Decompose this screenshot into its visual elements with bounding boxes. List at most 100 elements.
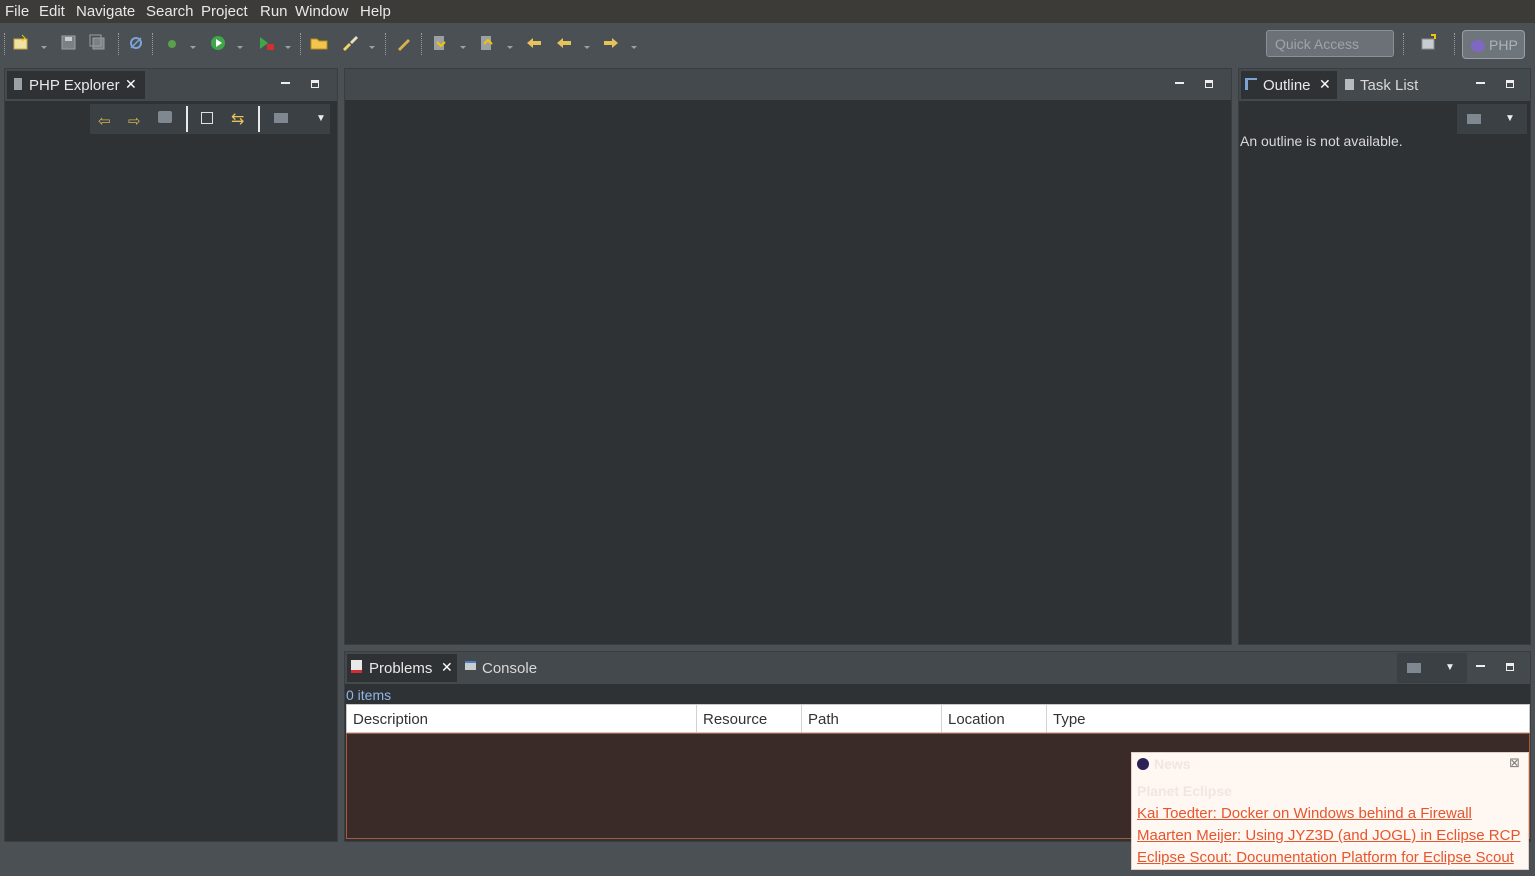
menu-search[interactable]: Search: [146, 3, 194, 20]
quick-access-input[interactable]: Quick Access: [1266, 30, 1394, 57]
external-tools-icon[interactable]: [257, 34, 277, 52]
up-icon[interactable]: [158, 111, 172, 123]
toolbar-separator: [4, 33, 6, 55]
minimize-icon[interactable]: [281, 82, 290, 84]
close-icon[interactable]: ⊠: [1509, 755, 1520, 771]
php-perspective-button[interactable]: PHP: [1462, 30, 1525, 59]
new-file-icon[interactable]: [12, 34, 32, 52]
focus-icon[interactable]: [1467, 114, 1481, 124]
menu-navigate[interactable]: Navigate: [76, 3, 135, 20]
last-edit-icon[interactable]: [525, 34, 545, 52]
toolbar-separator: [152, 33, 154, 55]
menu-help[interactable]: Help: [360, 3, 391, 20]
forward-icon[interactable]: ⇨: [128, 112, 141, 130]
maximize-icon[interactable]: [1506, 663, 1514, 671]
column-path[interactable]: Path: [802, 705, 942, 732]
column-type[interactable]: Type: [1047, 705, 1529, 732]
chevron-down-icon[interactable]: [583, 39, 591, 49]
tab-task-list[interactable]: Task List: [1341, 71, 1441, 99]
tab-outline[interactable]: Outline ✕: [1241, 71, 1337, 99]
problems-toolbar: ▼: [1397, 653, 1467, 683]
toolbar-separator: [421, 33, 423, 55]
minimize-icon[interactable]: [1476, 82, 1485, 84]
task-list-icon: [1345, 79, 1354, 90]
column-location[interactable]: Location: [942, 705, 1047, 732]
focus-icon[interactable]: [274, 113, 288, 123]
next-annotation-icon[interactable]: [431, 34, 451, 52]
editor-area: [344, 68, 1232, 645]
tab-label: Task List: [1360, 77, 1419, 94]
menu-bar: File Edit Navigate Search Project Run Wi…: [0, 0, 1535, 23]
close-icon[interactable]: ✕: [441, 659, 453, 676]
back-arrow-icon[interactable]: [555, 34, 575, 52]
news-section: Planet Eclipse: [1137, 783, 1232, 799]
toolbar-separator: [300, 33, 302, 55]
link-editor-icon[interactable]: ⇆: [231, 109, 244, 129]
skip-breakpoints-icon[interactable]: [127, 34, 147, 52]
chevron-down-icon[interactable]: [506, 39, 514, 49]
forward-arrow-icon[interactable]: [602, 34, 622, 52]
save-icon[interactable]: [60, 34, 80, 52]
menu-project[interactable]: Project: [201, 3, 248, 20]
maximize-icon[interactable]: [1205, 80, 1213, 88]
view-menu-icon[interactable]: ▼: [1445, 662, 1455, 673]
news-link[interactable]: Kai Toedter: Docker on Windows behind a …: [1137, 805, 1472, 822]
editor-tab-bar: [345, 69, 1231, 100]
perspective-label: PHP: [1489, 37, 1518, 53]
focus-icon[interactable]: [1407, 663, 1421, 673]
save-all-icon[interactable]: [89, 34, 109, 52]
tab-label: PHP Explorer: [29, 77, 120, 94]
toolbar-divider: [186, 106, 188, 132]
chevron-down-icon[interactable]: [368, 39, 376, 49]
php-perspective-icon: [1471, 40, 1485, 53]
chevron-down-icon[interactable]: [40, 39, 48, 49]
problems-count: 0 items: [346, 687, 392, 703]
menu-window[interactable]: Window: [295, 3, 348, 20]
outline-tab-bar: Outline ✕ Task List: [1239, 69, 1530, 101]
chevron-down-icon[interactable]: [189, 39, 197, 49]
back-icon[interactable]: ⇦: [98, 112, 111, 130]
maximize-icon[interactable]: [1506, 80, 1514, 88]
menu-run[interactable]: Run: [260, 3, 288, 20]
tab-console[interactable]: Console: [461, 654, 551, 682]
minimize-icon[interactable]: [1476, 665, 1485, 667]
news-link[interactable]: Eclipse Scout: Documentation Platform fo…: [1137, 849, 1514, 866]
news-popup: News ⊠ Planet Eclipse Kai Toedter: Docke…: [1131, 752, 1529, 870]
outline-empty-message: An outline is not available.: [1240, 133, 1403, 149]
tab-php-explorer[interactable]: PHP Explorer ✕: [7, 71, 145, 99]
problems-table-header: Description Resource Path Location Type: [346, 704, 1530, 733]
tab-label: Console: [482, 660, 538, 677]
close-icon[interactable]: ✕: [1319, 76, 1331, 93]
close-icon[interactable]: ✕: [125, 76, 137, 93]
toolbar-separator: [1454, 33, 1456, 55]
open-folder-icon[interactable]: [310, 34, 330, 52]
menu-edit[interactable]: Edit: [39, 3, 65, 20]
minimize-icon[interactable]: [1175, 82, 1184, 84]
debug-icon[interactable]: [163, 34, 183, 52]
toolbar-separator: [118, 33, 120, 55]
news-title: News: [1154, 756, 1191, 772]
pen-icon[interactable]: [395, 34, 415, 52]
tab-label: Problems: [369, 660, 433, 677]
menu-file[interactable]: File: [5, 3, 29, 20]
chevron-down-icon[interactable]: [459, 39, 467, 49]
column-description[interactable]: Description: [347, 705, 697, 732]
collapse-all-icon[interactable]: [201, 112, 213, 124]
run-icon[interactable]: [209, 34, 229, 52]
chevron-down-icon[interactable]: [284, 39, 292, 49]
open-perspective-icon[interactable]: [1420, 34, 1440, 52]
maximize-icon[interactable]: [311, 80, 319, 88]
problems-tab-bar: Problems ✕ Console ▼: [345, 652, 1530, 684]
view-menu-icon[interactable]: ▼: [1505, 113, 1515, 124]
chevron-down-icon[interactable]: [630, 39, 638, 49]
explorer-toolbar: ⇦ ⇨ ⇆ ▼: [90, 104, 330, 134]
tab-problems[interactable]: Problems ✕: [347, 654, 457, 682]
column-resource[interactable]: Resource: [697, 705, 802, 732]
brush-icon[interactable]: [341, 34, 361, 52]
previous-annotation-icon[interactable]: [478, 34, 498, 52]
news-link[interactable]: Maarten Meijer: Using JYZ3D (and JOGL) i…: [1137, 827, 1520, 844]
explorer-icon: [14, 78, 22, 90]
explorer-tab-bar: PHP Explorer ✕: [5, 69, 337, 101]
chevron-down-icon[interactable]: [236, 39, 244, 49]
view-menu-icon[interactable]: ▼: [316, 113, 326, 124]
